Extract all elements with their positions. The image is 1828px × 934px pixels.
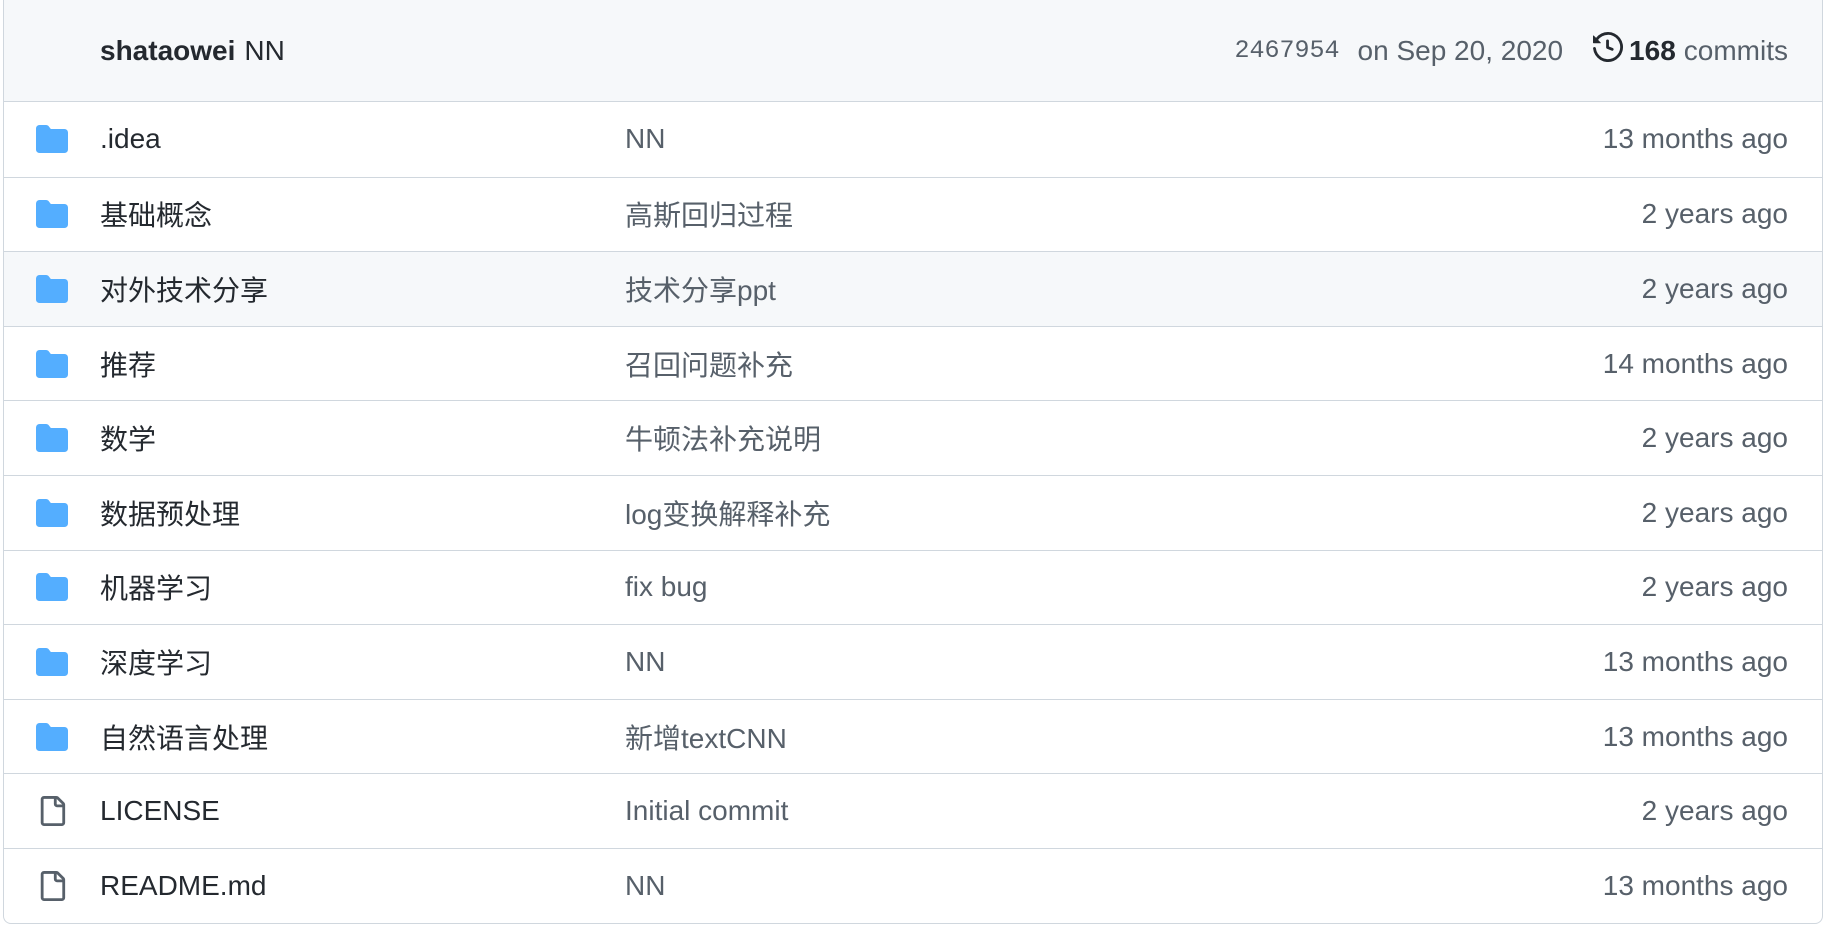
file-row[interactable]: 自然语言处理 新增textCNN 13 months ago: [4, 698, 1822, 774]
folder-icon: [35, 197, 69, 231]
commit-message-link[interactable]: Initial commit: [625, 795, 788, 827]
commit-author-link[interactable]: shataowei: [100, 35, 235, 67]
commits-label: commits: [1683, 34, 1788, 66]
folder-icon: [35, 122, 69, 156]
commit-message-link[interactable]: 召回问题补充: [625, 344, 793, 384]
folder-icon: [35, 347, 69, 381]
commit-age: 2 years ago: [1641, 496, 1788, 528]
folder-icon: [35, 645, 69, 679]
file-list-box: shataowei NN 2467954 on Sep 20, 2020 168…: [3, 0, 1823, 924]
file-row[interactable]: .idea NN 13 months ago: [4, 102, 1822, 177]
folder-name-link[interactable]: 对外技术分享: [100, 269, 268, 309]
folder-name-link[interactable]: 推荐: [100, 344, 156, 384]
file-name-link[interactable]: README.md: [100, 870, 266, 902]
commit-message-link[interactable]: 高斯回归过程: [625, 194, 793, 234]
folder-name-link[interactable]: .idea: [100, 123, 161, 155]
folder-name-link[interactable]: 数据预处理: [100, 493, 240, 533]
file-icon: [35, 794, 69, 828]
commit-age: 13 months ago: [1602, 645, 1788, 677]
commit-age: 14 months ago: [1602, 347, 1788, 379]
commit-message-link[interactable]: 技术分享ppt: [625, 269, 776, 309]
file-row[interactable]: LICENSE Initial commit 2 years ago: [4, 773, 1822, 848]
history-icon: [1593, 31, 1624, 69]
folder-name-link[interactable]: 机器学习: [100, 567, 212, 607]
file-row[interactable]: README.md NN 13 months ago: [4, 847, 1822, 923]
file-icon: [35, 869, 69, 903]
commit-sha-link[interactable]: 2467954: [1235, 36, 1340, 65]
folder-icon: [35, 570, 69, 604]
folder-name-link[interactable]: 自然语言处理: [100, 717, 268, 757]
folder-icon: [35, 421, 69, 455]
commit-message-link[interactable]: 新增textCNN: [625, 717, 787, 757]
commit-age: 2 years ago: [1641, 571, 1788, 603]
commit-age: 2 years ago: [1641, 422, 1788, 454]
folder-name-link[interactable]: 深度学习: [100, 642, 212, 682]
commit-message-link[interactable]: fix bug: [625, 571, 708, 603]
folder-icon: [35, 720, 69, 754]
file-rows: .idea NN 13 months ago 基础概念 高斯回归过程 2 years ag…: [4, 102, 1822, 923]
commit-message-link[interactable]: NN: [625, 646, 665, 678]
commit-age: 2 years ago: [1641, 198, 1788, 230]
commit-message-link[interactable]: NN: [244, 35, 284, 67]
latest-commit-header: shataowei NN 2467954 on Sep 20, 2020 168…: [4, 0, 1822, 102]
commit-message-link[interactable]: 牛顿法补充说明: [625, 418, 821, 458]
commit-age: 13 months ago: [1602, 720, 1788, 752]
folder-name-link[interactable]: 基础概念: [100, 194, 212, 234]
commits-count: 168: [1629, 34, 1676, 66]
commit-date: on Sep 20, 2020: [1357, 34, 1564, 66]
commits-history-link[interactable]: 168 commits: [1593, 31, 1788, 69]
commit-age: 13 months ago: [1602, 123, 1788, 155]
file-row[interactable]: 基础概念 高斯回归过程 2 years ago: [4, 176, 1822, 252]
commit-age: 2 years ago: [1641, 795, 1788, 827]
commit-message-link[interactable]: NN: [625, 870, 665, 902]
file-row[interactable]: 推荐 召回问题补充 14 months ago: [4, 325, 1822, 401]
file-row[interactable]: 机器学习 fix bug 2 years ago: [4, 549, 1822, 625]
file-name-link[interactable]: LICENSE: [100, 795, 220, 827]
commit-age: 13 months ago: [1602, 869, 1788, 901]
folder-name-link[interactable]: 数学: [100, 418, 156, 458]
folder-icon: [35, 272, 69, 306]
commit-message-link[interactable]: NN: [625, 123, 665, 155]
file-row[interactable]: 数据预处理 log变换解释补充 2 years ago: [4, 474, 1822, 550]
folder-icon: [35, 496, 69, 530]
file-row[interactable]: 对外技术分享 技术分享ppt 2 years ago: [4, 251, 1822, 326]
file-row[interactable]: 数学 牛顿法补充说明 2 years ago: [4, 400, 1822, 475]
file-row[interactable]: 深度学习 NN 13 months ago: [4, 624, 1822, 699]
commit-age: 2 years ago: [1641, 272, 1788, 304]
commit-message-link[interactable]: log变换解释补充: [625, 493, 830, 533]
